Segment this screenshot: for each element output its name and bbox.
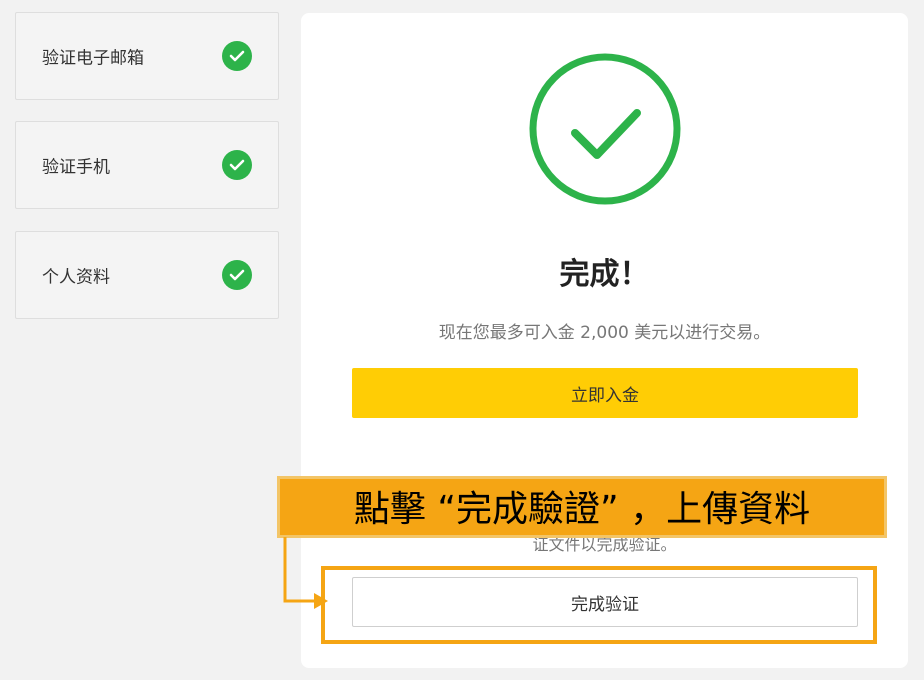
completion-title: 完成！ xyxy=(559,257,650,292)
step-label: 个人资料 xyxy=(42,267,110,288)
highlight-frame xyxy=(321,566,877,644)
deposit-limit-text: 现在您最多可入金 2,000 美元以进行交易。 xyxy=(438,323,771,343)
big-check-circle-icon xyxy=(529,53,681,205)
sidebar-step-verify-phone[interactable]: 验证手机 xyxy=(15,121,279,209)
step-label: 验证手机 xyxy=(42,157,110,178)
check-circle-icon xyxy=(222,260,252,290)
instruction-callout: 點擊 “完成驗證” ，上傳資料 xyxy=(277,476,887,538)
step-label: 验证电子邮箱 xyxy=(42,48,144,69)
deposit-now-button[interactable]: 立即入金 xyxy=(352,368,858,418)
sidebar-step-personal-info[interactable]: 个人资料 xyxy=(15,231,279,319)
check-circle-icon xyxy=(222,41,252,71)
sidebar-step-verify-email[interactable]: 验证电子邮箱 xyxy=(15,12,279,100)
arrow-right-icon xyxy=(283,537,328,609)
check-circle-icon xyxy=(222,150,252,180)
